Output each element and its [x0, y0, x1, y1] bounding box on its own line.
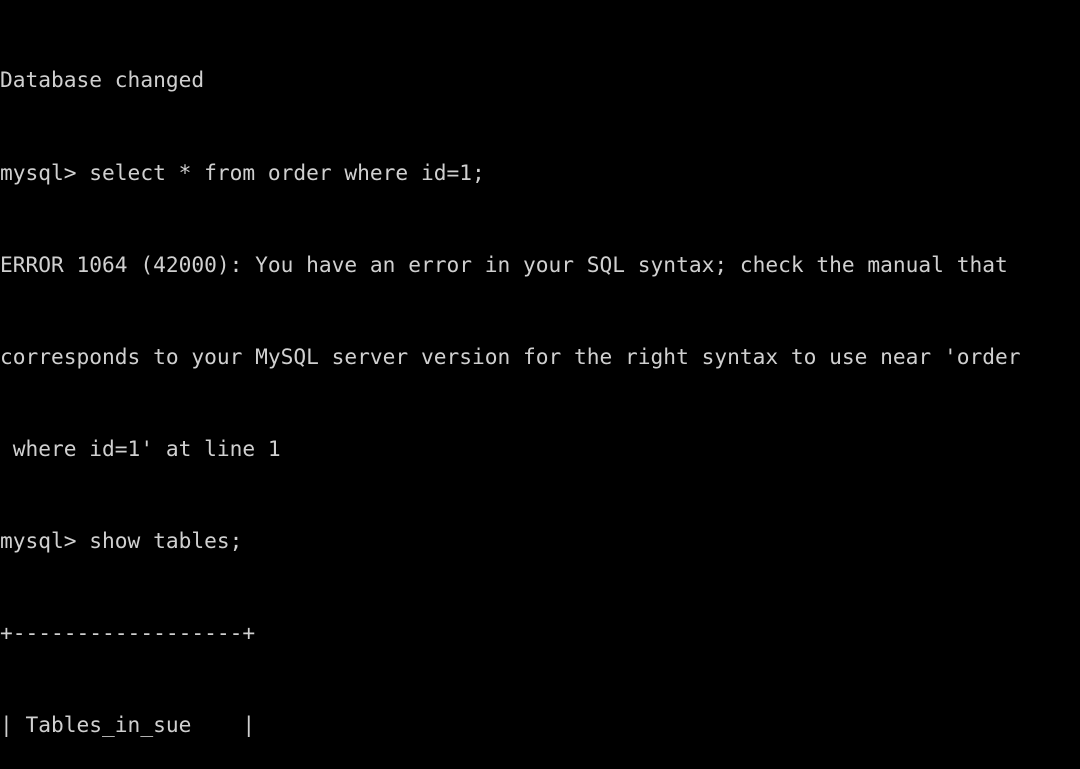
terminal-line-error-cont: where id=1' at line 1 — [0, 435, 281, 461]
terminal-window[interactable]: Database changed mysql> select * from or… — [0, 0, 1080, 769]
terminal-line: Database changed — [0, 67, 205, 93]
terminal-table-header: | Tables_in_sue | — [0, 712, 256, 738]
terminal-line-error-cont: corresponds to your MySQL server version… — [0, 343, 1021, 369]
terminal-table-border: +------------------+ — [0, 619, 256, 645]
terminal-line-command: mysql> select * from order where id=1; — [0, 159, 485, 185]
terminal-line-error: ERROR 1064 (42000): You have an error in… — [0, 251, 1008, 277]
terminal-line-command: mysql> show tables; — [0, 527, 243, 553]
